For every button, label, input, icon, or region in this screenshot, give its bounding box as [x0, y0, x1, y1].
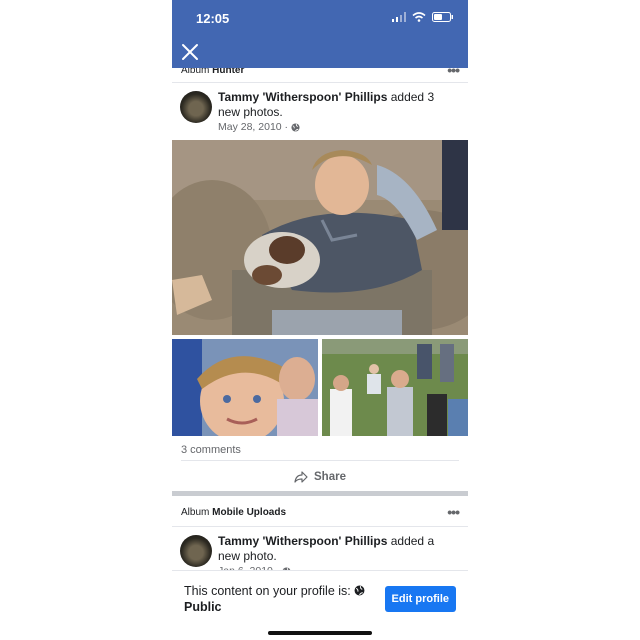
share-button[interactable]: Share [172, 468, 468, 486]
globe-icon [354, 585, 365, 596]
divider [181, 460, 459, 461]
status-icons [392, 12, 454, 22]
photo-kids-outdoors [322, 339, 468, 436]
home-indicator[interactable] [268, 631, 372, 635]
photo-thumbnail[interactable] [172, 339, 318, 436]
more-icon[interactable]: ••• [447, 504, 460, 520]
feed: Album Hunter ••• Tammy 'Witherspoon' Phi… [172, 60, 468, 577]
post-header: Tammy 'Witherspoon' Phillips added 3 new… [172, 82, 468, 139]
privacy-bar: This content on your profile is: Public … [172, 570, 468, 640]
photo-row [172, 339, 468, 436]
post-text: Tammy 'Witherspoon' Phillips added a new… [218, 534, 458, 564]
album-prefix: Album [181, 507, 210, 518]
edit-profile-button[interactable]: Edit profile [384, 586, 456, 612]
album-header[interactable]: Album Mobile Uploads ••• [172, 496, 468, 526]
post-text: Tammy 'Witherspoon' Phillips added 3 new… [218, 90, 458, 120]
photo-boy-with-puppy [172, 140, 468, 335]
avatar[interactable] [180, 535, 212, 567]
privacy-text: This content on your profile is: [184, 584, 351, 598]
globe-icon [291, 122, 300, 132]
avatar[interactable] [180, 91, 212, 123]
battery-icon [432, 12, 453, 22]
author-name[interactable]: Tammy 'Witherspoon' Phillips [218, 534, 387, 548]
photo-main[interactable] [172, 140, 468, 335]
privacy-value: Public [184, 600, 222, 614]
wifi-icon [412, 12, 426, 22]
privacy-notice: This content on your profile is: Public [184, 583, 374, 615]
author-name[interactable]: Tammy 'Witherspoon' Phillips [218, 90, 387, 104]
album-name: Mobile Uploads [212, 507, 287, 518]
share-label: Share [314, 471, 346, 483]
comments-count[interactable]: 3 comments [181, 444, 241, 456]
photo-boy-closeup [172, 339, 318, 436]
status-time: 12:05 [196, 11, 230, 26]
photo-thumbnail[interactable] [322, 339, 468, 436]
signal-icon [392, 12, 406, 22]
date-text[interactable]: May 28, 2010 · [218, 121, 288, 133]
close-icon[interactable] [180, 42, 200, 62]
post-date: May 28, 2010 · [218, 121, 300, 133]
share-icon [294, 471, 308, 483]
top-bar: 12:05 [172, 0, 468, 68]
phone-screen: 12:05 Album Hunter ••• Tammy 'Witherspoo… [172, 0, 468, 640]
